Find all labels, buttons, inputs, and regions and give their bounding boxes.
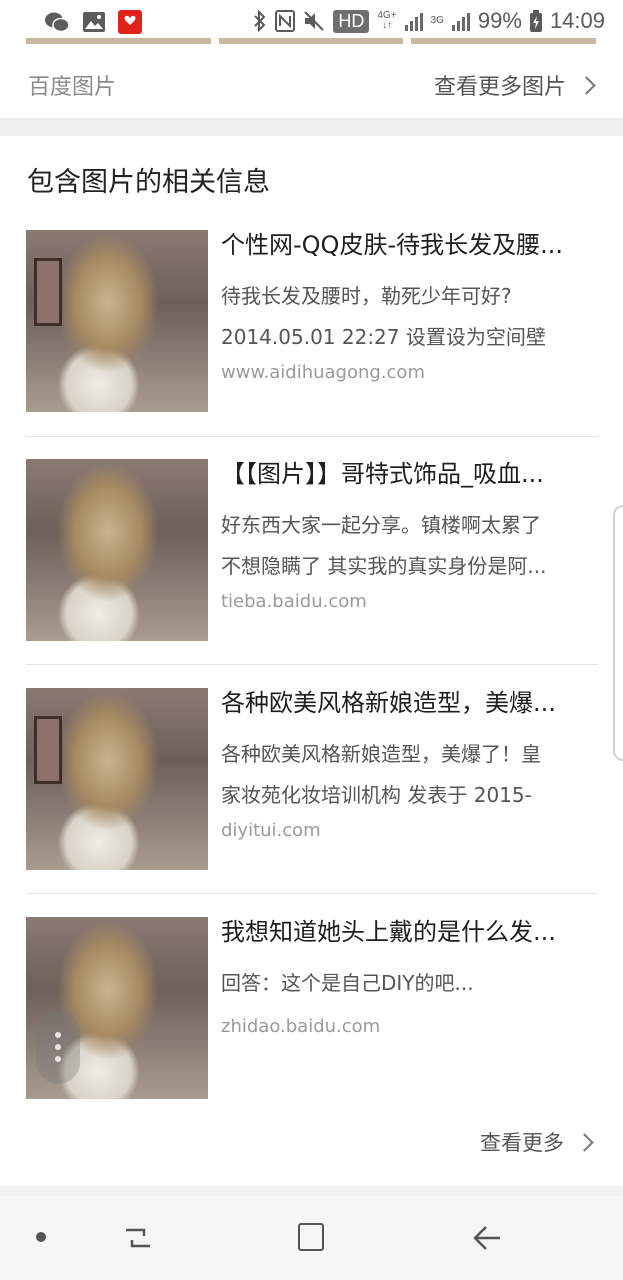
recent-apps-icon[interactable] (124, 1224, 152, 1252)
result-description: 待我长发及腰时，勒死少年可好? 2014.05.01 22:27 设置设为空间壁 (221, 284, 546, 349)
result-item[interactable]: 【【图片】】哥特式饰品_吸血... 好东西大家一起分享。镇楼啊太累了 不想隐瞒了… (26, 459, 598, 641)
result-title[interactable]: 个性网-QQ皮肤-待我长发及腰... (221, 230, 593, 260)
result-description: 好东西大家一起分享。镇楼啊太累了 不想隐瞒了 其实我的真实身份是阿... (221, 513, 547, 578)
result-url: www.aidihuagong.com (221, 362, 425, 383)
image-source-row: 百度图片 查看更多图片 (0, 52, 623, 118)
clock: 14:09 (549, 8, 605, 33)
notification-icons (44, 10, 142, 34)
home-icon[interactable] (298, 1223, 324, 1251)
nfc-icon (275, 10, 296, 32)
image-strip-remnant (26, 38, 597, 44)
image-strip-item[interactable] (411, 38, 597, 44)
back-icon[interactable] (472, 1224, 502, 1252)
result-url: zhidao.baidu.com (221, 1016, 381, 1037)
more-images-label: 查看更多图片 (433, 75, 566, 100)
result-item[interactable]: 我想知道她头上戴的是什么发... 回答：这个是自己DIY的吧... zhidao… (26, 917, 598, 1099)
result-item[interactable]: 个性网-QQ皮肤-待我长发及腰... 待我长发及腰时，勒死少年可好? 2014.… (26, 230, 598, 412)
wechat-icon (45, 12, 70, 33)
result-divider (26, 436, 598, 437)
hd-badge: HD (333, 9, 370, 33)
chevron-right-icon (577, 75, 596, 95)
bluetooth-icon (254, 10, 266, 32)
result-thumbnail[interactable] (26, 459, 208, 641)
bottom-divider (0, 1186, 623, 1196)
mute-icon (304, 11, 325, 31)
battery-icon (529, 10, 542, 32)
result-description: 各种欧美风格新娘造型，美爆了！皇 家妆苑化妆培训机构 发表于 2015- (221, 742, 541, 807)
result-item[interactable]: 各种欧美风格新娘造型，美爆... 各种欧美风格新娘造型，美爆了！皇 家妆苑化妆培… (26, 688, 598, 870)
edge-panel-handle[interactable] (613, 505, 623, 761)
signal-icon (404, 11, 423, 31)
navigation-bar (0, 1196, 623, 1280)
network-4g-indicator: 4G+ ↓↑ (377, 10, 397, 31)
section-title: 包含图片的相关信息 (27, 167, 270, 198)
image-strip-item[interactable] (26, 38, 211, 44)
see-more-label: 查看更多 (480, 1131, 564, 1155)
result-description: 回答：这个是自己DIY的吧... (221, 971, 474, 995)
result-divider (26, 664, 598, 665)
chevron-right-icon (575, 1132, 594, 1152)
section-divider (0, 118, 623, 136)
result-url: tieba.baidu.com (221, 591, 367, 612)
result-thumbnail[interactable] (26, 230, 208, 412)
app-icon (118, 10, 142, 34)
floating-assist-button[interactable] (36, 1010, 80, 1084)
result-title[interactable]: 【【图片】】哥特式饰品_吸血... (221, 459, 593, 489)
result-thumbnail[interactable] (26, 688, 208, 870)
thumbnail-frame-detail (34, 716, 62, 784)
result-url: diyitui.com (221, 820, 321, 841)
result-title[interactable]: 我想知道她头上戴的是什么发... (221, 917, 593, 947)
more-images-link[interactable]: 查看更多图片 (433, 69, 596, 101)
see-more-link[interactable]: 查看更多 (480, 1127, 594, 1157)
gallery-icon (83, 12, 105, 32)
battery-percent: 99% (477, 8, 522, 33)
menu-dot-icon[interactable] (36, 1232, 46, 1242)
thumbnail-frame-detail (34, 258, 62, 326)
system-icons: HD 4G+ ↓↑ 3G 99% 14:09 (253, 8, 605, 34)
result-title[interactable]: 各种欧美风格新娘造型，美爆... (221, 688, 593, 718)
image-source-label: 百度图片 (28, 75, 117, 100)
signal-2-icon (451, 11, 470, 31)
result-divider (26, 893, 598, 894)
image-strip-item[interactable] (218, 38, 404, 44)
network-3g-indicator: 3G (430, 15, 444, 26)
